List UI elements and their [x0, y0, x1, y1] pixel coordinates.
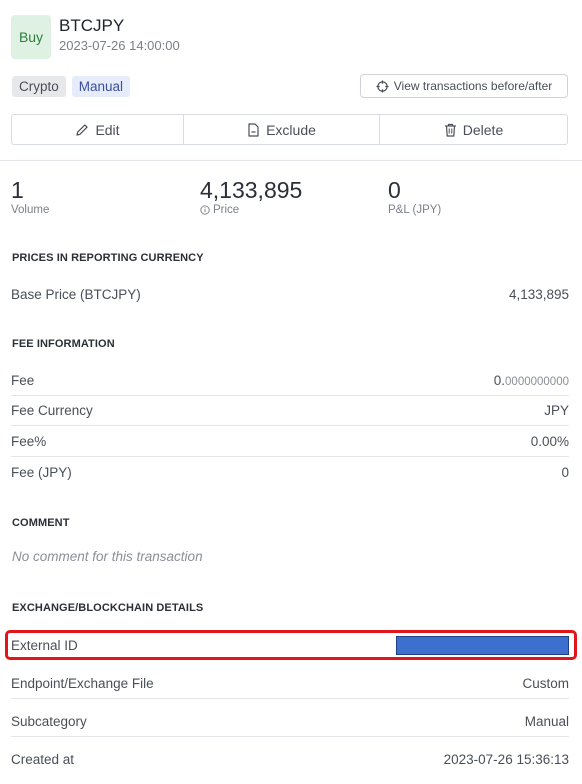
- endpoint-label: Endpoint/Exchange File: [11, 676, 154, 691]
- endpoint-value: Custom: [522, 676, 569, 691]
- info-icon[interactable]: [200, 205, 210, 215]
- action-bar: Edit Exclude Delete: [11, 114, 568, 145]
- fee-row: Fee 0.0000000000: [11, 366, 569, 396]
- prices-section-title: PRICES IN REPORTING CURRENCY: [12, 252, 204, 264]
- volume-value: 1: [11, 177, 24, 203]
- view-transactions-button[interactable]: View transactions before/after: [360, 74, 568, 98]
- pair-title: BTCJPY: [59, 16, 125, 35]
- endpoint-row: Endpoint/Exchange File Custom: [11, 669, 569, 699]
- pl-value: 0: [388, 177, 401, 203]
- pl-label: P&L (JPY): [388, 204, 442, 216]
- subcategory-label: Subcategory: [11, 714, 87, 729]
- fee-value: 0.0000000000: [494, 373, 569, 388]
- created-at-row: Created at 2023-07-26 15:36:13: [11, 744, 569, 774]
- volume-label: Volume: [11, 204, 50, 216]
- title-block: BTCJPY 2023-07-26 14:00:00: [59, 15, 180, 53]
- exchange-section-title: EXCHANGE/BLOCKCHAIN DETAILS: [12, 602, 204, 614]
- tags: Crypto Manual: [12, 76, 131, 97]
- pencil-icon: [75, 123, 89, 137]
- volume-stat: 1 Volume: [11, 176, 49, 216]
- base-price-row: Base Price (BTCJPY) 4,133,895: [11, 279, 569, 309]
- fee-currency-value: JPY: [544, 403, 569, 418]
- view-transactions-label: View transactions before/after: [393, 79, 553, 93]
- buy-badge: Buy: [11, 15, 51, 59]
- external-id-label: External ID: [11, 637, 78, 653]
- fee-value-lead: 0.: [493, 373, 506, 388]
- exclude-label: Exclude: [266, 121, 316, 138]
- exclude-button[interactable]: Exclude: [184, 115, 380, 144]
- fee-section-title: FEE INFORMATION: [12, 338, 115, 350]
- price-stat: 4,133,895 Price: [200, 176, 302, 216]
- trash-icon: [444, 123, 457, 137]
- external-id-redacted-value: [396, 635, 569, 655]
- stats-row: 1 Volume 4,133,895 Price 0 P&L (JPY): [0, 176, 582, 226]
- price-label-wrap: Price: [200, 204, 302, 216]
- fee-jpy-value: 0: [561, 464, 569, 480]
- tag-manual: Manual: [71, 76, 131, 97]
- tag-crypto: Crypto: [12, 76, 66, 97]
- document-icon: [247, 122, 260, 137]
- price-value: 4,133,895: [200, 177, 303, 203]
- fee-value-rest: 0000000000: [505, 376, 569, 388]
- fee-jpy-label: Fee (JPY): [11, 464, 72, 480]
- comment-text: No comment for this transaction: [12, 549, 203, 564]
- comment-section-title: COMMENT: [12, 517, 70, 529]
- fee-currency-label: Fee Currency: [11, 403, 93, 418]
- base-price-value: 4,133,895: [508, 286, 569, 302]
- edit-button[interactable]: Edit: [12, 115, 184, 144]
- fee-percent-label: Fee%: [11, 434, 47, 449]
- base-price-label: Base Price (BTCJPY): [11, 286, 141, 302]
- fee-percent-row: Fee% 0.00%: [11, 427, 569, 457]
- crosshair-icon: [376, 79, 389, 93]
- fee-currency-row: Fee Currency JPY: [11, 396, 569, 426]
- pl-stat: 0 P&L (JPY): [388, 176, 441, 216]
- fee-percent-value: 0.00%: [530, 434, 569, 449]
- created-at-value: 2023-07-26 15:36:13: [443, 751, 569, 767]
- external-id-row: External ID: [11, 633, 569, 657]
- transaction-datetime: 2023-07-26 14:00:00: [59, 38, 180, 53]
- subcategory-row: Subcategory Manual: [11, 707, 569, 737]
- created-at-label: Created at: [11, 751, 75, 767]
- delete-button[interactable]: Delete: [380, 115, 567, 144]
- divider: [0, 160, 582, 161]
- fee-jpy-row: Fee (JPY) 0: [11, 457, 569, 487]
- edit-label: Edit: [95, 121, 120, 138]
- subcategory-value: Manual: [524, 714, 569, 729]
- transaction-header: Buy BTCJPY 2023-07-26 14:00:00: [11, 15, 180, 59]
- fee-label: Fee: [11, 373, 35, 388]
- price-label: Price: [213, 204, 240, 216]
- delete-label: Delete: [462, 121, 504, 138]
